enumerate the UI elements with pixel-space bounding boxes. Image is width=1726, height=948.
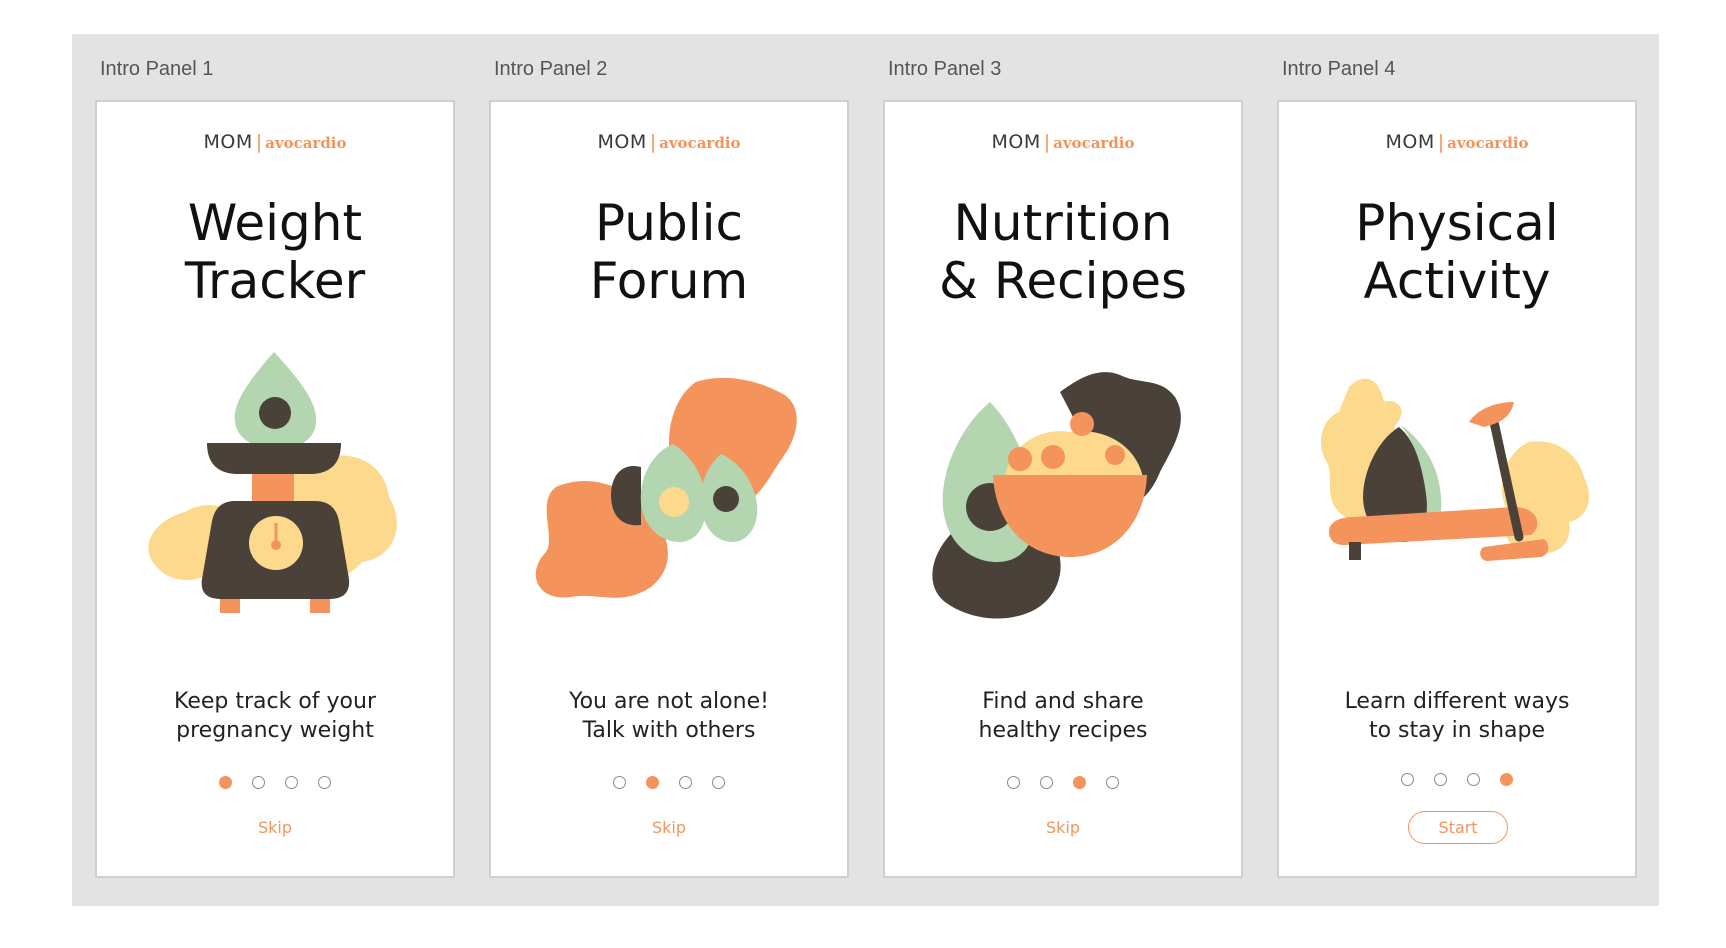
- brand-mom: MOM: [203, 131, 253, 153]
- page-dot-1[interactable]: [613, 776, 626, 789]
- brand-mom: MOM: [597, 131, 647, 153]
- page-dot-2[interactable]: [1040, 776, 1053, 789]
- avocado-on-scale-icon: [148, 352, 397, 613]
- title-line-1: Public: [595, 194, 743, 252]
- page-title: Weight Tracker: [97, 194, 453, 310]
- title-line-2: Forum: [589, 252, 749, 310]
- title-line-1: Nutrition: [953, 194, 1173, 252]
- description: Learn different ways to stay in shape: [1279, 687, 1635, 745]
- brand-separator: |: [1043, 131, 1051, 153]
- description-line-1: You are not alone!: [569, 689, 769, 714]
- description-line-2: Talk with others: [582, 718, 756, 743]
- description-line-1: Keep track of your: [173, 689, 376, 714]
- page-dot-2[interactable]: [1434, 773, 1447, 786]
- page-dot-4[interactable]: [1500, 773, 1513, 786]
- pagination-dots: [491, 776, 847, 789]
- brand-logo: MOM | avocardio: [97, 131, 453, 153]
- panel-label-1: Intro Panel 1: [100, 58, 214, 80]
- brand-name: avocardio: [1053, 134, 1135, 152]
- page-dot-4[interactable]: [1106, 776, 1119, 789]
- brand-separator: |: [255, 131, 263, 153]
- brand-name: avocardio: [1447, 134, 1529, 152]
- pagination-dots: [885, 776, 1241, 789]
- page-dot-2[interactable]: [252, 776, 265, 789]
- title-line-1: Physical: [1355, 194, 1559, 252]
- page-title: Public Forum: [491, 194, 847, 310]
- intro-panel-4: MOM | avocardio Physical Activity Learn di…: [1277, 100, 1637, 878]
- page-dot-4[interactable]: [712, 776, 725, 789]
- avocado-halves-chat-icon: [535, 377, 797, 598]
- intro-panel-3: MOM | avocardio Nutrition & Recipes Find a…: [883, 100, 1243, 878]
- title-line-2: Activity: [1363, 252, 1551, 310]
- pagination-dots: [1279, 773, 1635, 786]
- brand-separator: |: [649, 131, 657, 153]
- brand-separator: |: [1437, 131, 1445, 153]
- page-title: Physical Activity: [1279, 194, 1635, 310]
- skip-button[interactable]: Skip: [491, 818, 847, 837]
- title-line-2: & Recipes: [938, 252, 1188, 310]
- page-dot-3[interactable]: [1073, 776, 1086, 789]
- brand-mom: MOM: [1385, 131, 1435, 153]
- description-line-1: Find and share: [982, 689, 1144, 714]
- pagination-dots: [97, 776, 453, 789]
- skip-button[interactable]: Skip: [885, 818, 1241, 837]
- page-dot-4[interactable]: [318, 776, 331, 789]
- page-dot-1[interactable]: [1007, 776, 1020, 789]
- panel-label-4: Intro Panel 4: [1282, 58, 1396, 80]
- brand-logo: MOM | avocardio: [885, 131, 1241, 153]
- brand-logo: MOM | avocardio: [1279, 131, 1635, 153]
- brand-name: avocardio: [659, 134, 741, 152]
- avocado-food-bowl-icon: [932, 372, 1181, 619]
- description-line-2: to stay in shape: [1368, 718, 1546, 743]
- intro-panel-2: MOM | avocardio Public Forum You are not a…: [489, 100, 849, 878]
- description-line-2: healthy recipes: [978, 718, 1148, 743]
- page-dot-3[interactable]: [679, 776, 692, 789]
- description-line-2: pregnancy weight: [176, 718, 374, 743]
- artboard-canvas: Intro Panel 1 MOM | avocardio Weight Track…: [72, 34, 1659, 906]
- page-dot-3[interactable]: [285, 776, 298, 789]
- title-line-2: Tracker: [184, 252, 366, 310]
- intro-panel-1: MOM | avocardio Weight Tracker Keep track …: [95, 100, 455, 878]
- brand-name: avocardio: [265, 134, 347, 152]
- description: Keep track of your pregnancy weight: [97, 687, 453, 745]
- title-line-1: Weight: [187, 194, 363, 252]
- page-dot-1[interactable]: [219, 776, 232, 789]
- brand-logo: MOM | avocardio: [491, 131, 847, 153]
- description-line-1: Learn different ways: [1344, 689, 1570, 714]
- page-dot-3[interactable]: [1467, 773, 1480, 786]
- description: You are not alone! Talk with others: [491, 687, 847, 745]
- skip-button[interactable]: Skip: [97, 818, 453, 837]
- avocado-exercise-bike-icon: [1320, 378, 1589, 561]
- page-dot-2[interactable]: [646, 776, 659, 789]
- brand-mom: MOM: [991, 131, 1041, 153]
- panel-label-3: Intro Panel 3: [888, 58, 1002, 80]
- page-title: Nutrition & Recipes: [885, 194, 1241, 310]
- page-dot-1[interactable]: [1401, 773, 1414, 786]
- panel-label-2: Intro Panel 2: [494, 58, 608, 80]
- description: Find and share healthy recipes: [885, 687, 1241, 745]
- start-button[interactable]: Start: [1408, 811, 1508, 844]
